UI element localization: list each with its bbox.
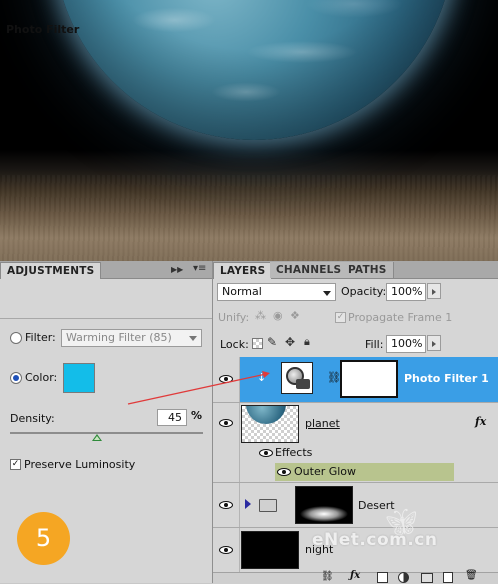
add-mask-icon[interactable] — [377, 572, 388, 583]
density-input[interactable]: 45 — [157, 409, 187, 426]
layer-effects-row[interactable]: Effects — [213, 444, 498, 462]
planet-clouds — [54, 0, 454, 140]
canvas-artwork — [0, 0, 498, 261]
new-adjustment-icon[interactable] — [398, 572, 409, 583]
propagate-frame-checkbox[interactable]: ✓ — [335, 312, 346, 323]
group-expand-icon[interactable] — [245, 499, 251, 509]
density-label: Density: — [10, 412, 55, 425]
preserve-luminosity-checkbox[interactable]: ✓ — [10, 459, 21, 470]
chevron-down-icon — [323, 291, 331, 296]
preserve-luminosity-label: Preserve Luminosity — [24, 458, 136, 471]
adjustments-divider — [0, 318, 212, 319]
planet-thumbnail-image — [246, 406, 286, 424]
layer-thumbnail[interactable] — [241, 405, 299, 443]
adjustments-tabbar: ADJUSTMENTS ▶▶ ▾≡ — [0, 261, 212, 279]
eye-icon[interactable] — [259, 449, 273, 457]
eye-icon[interactable] — [277, 468, 291, 476]
visibility-toggle[interactable] — [213, 403, 240, 445]
planet-image — [54, 0, 454, 140]
layer-row-photo-filter[interactable]: ↓ ⛓︎ Photo Filter 1 — [213, 357, 498, 402]
chevron-down-icon — [189, 336, 197, 341]
effects-label: Effects — [275, 446, 313, 459]
tab-layers[interactable]: LAYERS — [213, 262, 273, 279]
filter-dropdown-value: Warming Filter (85) — [66, 331, 172, 344]
unify-position-icon[interactable]: ⁂ — [255, 309, 266, 322]
opacity-label: Opacity: — [341, 285, 387, 298]
desert-ground — [0, 175, 498, 261]
fx-badge[interactable]: fx — [475, 415, 486, 428]
fill-arrow-button[interactable] — [427, 335, 441, 351]
lock-brush-icon[interactable]: ✎ — [267, 335, 277, 349]
fill-input[interactable]: 100% — [386, 335, 426, 353]
layers-bottom-toolbar: ⛓︎ ƒx 🗑︎ — [213, 570, 498, 584]
adjustment-title: Photo Filter — [6, 23, 80, 36]
tab-paths[interactable]: PATHS — [342, 262, 394, 278]
effects-eye-cell — [213, 444, 240, 462]
eye-icon — [219, 501, 233, 509]
layer-mask-thumbnail[interactable] — [340, 360, 398, 398]
unify-visibility-icon[interactable]: ◉ — [273, 309, 283, 322]
lock-label: Lock: — [220, 338, 249, 351]
panel-menu-icon[interactable]: ▾≡ — [193, 263, 206, 274]
new-layer-icon[interactable] — [443, 572, 453, 583]
density-slider-thumb[interactable] — [91, 434, 102, 441]
density-slider-track[interactable] — [10, 432, 203, 434]
slider-thumb-highlight — [93, 436, 100, 440]
visibility-toggle[interactable] — [213, 483, 240, 528]
outer-glow-row[interactable]: Outer Glow — [213, 462, 498, 482]
filter-label: Filter: — [25, 331, 56, 344]
outer-glow-label: Outer Glow — [294, 465, 357, 478]
folder-icon — [259, 499, 277, 512]
eye-icon — [219, 546, 233, 554]
clip-arrow-icon: ↓ — [257, 371, 267, 384]
tab-adjustments[interactable]: ADJUSTMENTS — [0, 262, 102, 279]
step-number-badge: 5 — [17, 512, 70, 565]
opacity-input[interactable]: 100% — [386, 283, 426, 301]
unify-label: Unify: — [218, 311, 250, 324]
link-layers-icon[interactable]: ⛓︎ — [321, 571, 334, 582]
blend-mode-dropdown[interactable]: Normal — [217, 283, 336, 301]
visibility-toggle[interactable] — [213, 357, 240, 402]
layer-row-planet[interactable]: planet fx — [213, 402, 498, 445]
trash-icon[interactable]: 🗑︎ — [465, 570, 478, 581]
lock-position-icon[interactable]: ✥ — [285, 335, 295, 349]
blend-mode-value: Normal — [222, 285, 262, 298]
lock-transparency-icon[interactable] — [252, 338, 263, 349]
adjustment-icon-thumbnail[interactable] — [281, 362, 313, 394]
layers-tabbar: LAYERS CHANNELS PATHS — [213, 261, 498, 279]
layer-style-icon[interactable]: ƒx — [350, 570, 360, 581]
visibility-toggle[interactable] — [213, 528, 240, 573]
filter-radio[interactable] — [10, 332, 22, 344]
layer-row-desert[interactable]: Desert — [213, 482, 498, 528]
layer-name[interactable]: Photo Filter 1 — [404, 372, 489, 385]
eye-icon — [219, 419, 233, 427]
lock-all-icon[interactable]: 🔒︎ — [304, 335, 310, 349]
opacity-arrow-button[interactable] — [427, 283, 441, 299]
layer-name[interactable]: planet — [305, 417, 340, 430]
color-label: Color: — [25, 371, 58, 384]
density-unit: % — [191, 409, 203, 422]
panel-collapse-icon[interactable]: ▶▶ — [171, 265, 183, 274]
fill-label: Fill: — [365, 338, 384, 351]
filter-lens-icon — [296, 379, 310, 389]
new-group-icon[interactable] — [421, 573, 433, 583]
layer-thumbnail[interactable] — [241, 531, 299, 569]
watermark-text: eNet.com.cn — [312, 530, 438, 550]
color-radio[interactable] — [10, 372, 22, 384]
outer-glow-eye-cell — [213, 462, 240, 482]
propagate-frame-label: Propagate Frame 1 — [348, 311, 453, 324]
layer-thumbnail[interactable] — [295, 486, 353, 524]
unify-style-icon[interactable]: ❖ — [290, 309, 300, 322]
eye-icon — [219, 375, 233, 383]
filter-dropdown[interactable]: Warming Filter (85) — [61, 329, 202, 347]
color-swatch[interactable] — [63, 363, 95, 393]
tab-channels[interactable]: CHANNELS — [270, 262, 349, 278]
chain-link-icon[interactable]: ⛓︎ — [327, 371, 341, 384]
